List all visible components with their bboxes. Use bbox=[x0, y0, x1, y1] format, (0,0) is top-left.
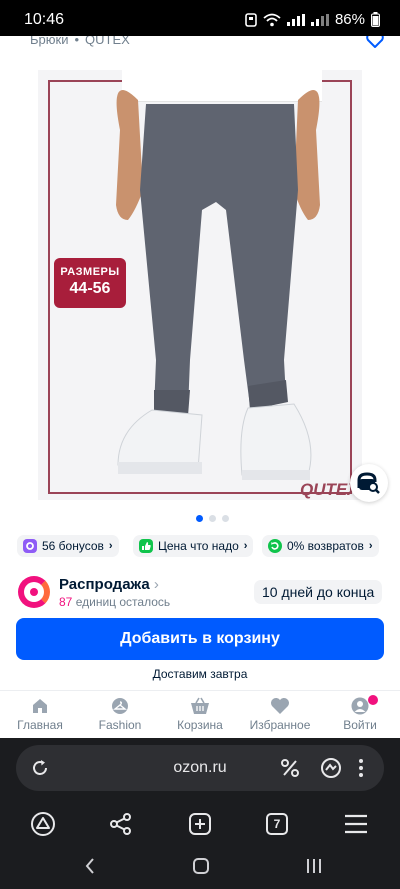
breadcrumb-category[interactable]: Брюки bbox=[30, 36, 68, 47]
nav-item-cart[interactable]: Корзина bbox=[164, 693, 236, 732]
signal-icon bbox=[286, 13, 305, 26]
wifi-icon bbox=[263, 13, 281, 26]
fair-price-chip-label: Цена что надо bbox=[158, 539, 239, 553]
extension-icon[interactable] bbox=[320, 757, 342, 779]
pagination-dot[interactable] bbox=[222, 515, 229, 522]
system-home-button[interactable] bbox=[181, 850, 221, 882]
sale-remaining: 87 единиц осталось bbox=[59, 595, 170, 609]
alice-icon bbox=[31, 812, 55, 836]
menu-button[interactable] bbox=[338, 806, 374, 842]
return-icon bbox=[268, 539, 282, 553]
bonus-chip-label: 56 бонусов bbox=[42, 539, 104, 553]
notification-dot bbox=[368, 695, 378, 705]
bonus-chip[interactable]: 56 бонусов › bbox=[17, 535, 119, 557]
image-pagination bbox=[196, 515, 229, 522]
favorite-heart-icon[interactable] bbox=[366, 36, 384, 48]
more-menu-icon[interactable] bbox=[358, 758, 364, 778]
chevron-right-icon: › bbox=[108, 540, 113, 552]
address-bar[interactable]: ozon.ru bbox=[16, 745, 384, 791]
sale-title[interactable]: Распродажа › bbox=[59, 576, 159, 593]
pagination-dot-active[interactable] bbox=[196, 515, 203, 522]
nav-label: Главная bbox=[17, 718, 63, 732]
nav-label: Fashion bbox=[98, 718, 142, 732]
bonus-icon bbox=[23, 539, 37, 553]
pagination-dot[interactable] bbox=[209, 515, 216, 522]
signal-icon-2 bbox=[310, 13, 329, 26]
nav-item-fashion[interactable]: Fashion bbox=[84, 693, 156, 732]
plus-square-icon bbox=[189, 813, 211, 835]
user-icon bbox=[351, 697, 369, 715]
new-tab-button[interactable] bbox=[182, 806, 218, 842]
status-bar: 10:46 86% bbox=[0, 0, 400, 36]
nav-item-login[interactable]: Войти bbox=[324, 693, 396, 732]
share-button[interactable] bbox=[103, 806, 139, 842]
visual-search-icon bbox=[357, 472, 380, 494]
percent-icon[interactable] bbox=[280, 758, 300, 778]
tab-count: 7 bbox=[266, 813, 288, 835]
bottom-nav: Главная Fashion Корзина Избранное Войти bbox=[0, 690, 400, 738]
basket-icon bbox=[191, 697, 209, 714]
fair-price-chip[interactable]: Цена что надо › bbox=[133, 535, 254, 557]
sale-remaining-text: единиц осталось bbox=[75, 595, 171, 609]
tabs-button[interactable]: 7 bbox=[259, 806, 295, 842]
sale-remaining-count: 87 bbox=[59, 595, 73, 609]
visual-search-button[interactable] bbox=[350, 464, 388, 502]
product-image[interactable]: РАЗМЕРЫ 44-56 QUTEX bbox=[38, 70, 362, 500]
sizes-badge-label: РАЗМЕРЫ bbox=[60, 266, 120, 278]
battery-icon bbox=[371, 12, 380, 27]
status-icons: 86% bbox=[245, 11, 380, 28]
sale-days-left: 10 дней до конца bbox=[254, 580, 383, 604]
nav-label: Избранное bbox=[249, 718, 311, 732]
nfc-icon bbox=[245, 12, 257, 27]
nav-item-favorites[interactable]: Избранное bbox=[244, 693, 316, 732]
browser-chrome: ozon.ru 7 bbox=[0, 738, 400, 889]
recents-icon bbox=[307, 859, 321, 873]
status-time: 10:46 bbox=[24, 11, 65, 28]
nav-label: Войти bbox=[343, 718, 377, 732]
product-page: Брюки • QUTEX РАЗМЕРЫ 44-56 QUTEX 56 бон… bbox=[0, 36, 400, 738]
sale-logo-icon bbox=[18, 576, 50, 608]
alice-assistant-button[interactable] bbox=[25, 806, 61, 842]
returns-chip-label: 0% возвратов bbox=[287, 539, 364, 553]
home-rounded-square-icon bbox=[193, 858, 209, 874]
battery-percent: 86% bbox=[334, 11, 365, 28]
sale-title-text: Распродажа bbox=[59, 576, 150, 593]
system-back-button[interactable] bbox=[70, 850, 110, 882]
chevron-right-icon: › bbox=[153, 576, 159, 593]
sizes-badge: РАЗМЕРЫ 44-56 bbox=[54, 258, 126, 308]
returns-chip[interactable]: 0% возвратов › bbox=[262, 535, 379, 557]
chevron-right-icon: › bbox=[368, 540, 373, 552]
heart-icon bbox=[271, 698, 289, 714]
nav-item-home[interactable]: Главная bbox=[4, 693, 76, 732]
breadcrumb: Брюки • QUTEX bbox=[30, 36, 130, 47]
thumbs-up-icon bbox=[139, 539, 153, 553]
chevron-right-icon: › bbox=[243, 540, 248, 552]
share-icon bbox=[110, 813, 131, 835]
hanger-icon bbox=[112, 698, 128, 714]
nav-label: Корзина bbox=[177, 718, 223, 732]
system-recents-button[interactable] bbox=[294, 850, 334, 882]
delivery-info: Доставим завтра bbox=[152, 667, 248, 681]
sizes-badge-range: 44-56 bbox=[69, 280, 111, 297]
hamburger-icon bbox=[345, 814, 367, 834]
breadcrumb-brand[interactable]: QUTEX bbox=[85, 36, 130, 47]
add-to-cart-button[interactable]: Добавить в корзину bbox=[16, 618, 384, 660]
home-icon bbox=[33, 699, 47, 713]
back-chevron-icon bbox=[85, 858, 94, 874]
pants-illustration bbox=[116, 90, 320, 480]
